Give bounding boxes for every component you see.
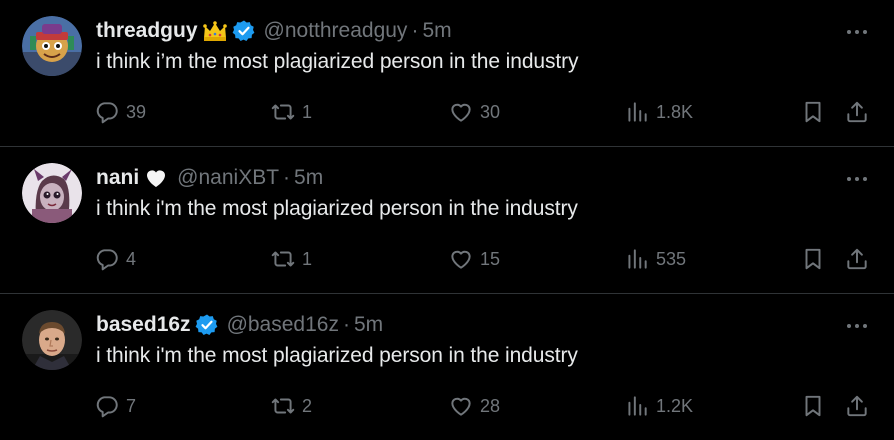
display-name[interactable]: threadguy: [96, 19, 198, 43]
avatar-image: [22, 163, 82, 223]
tweet-text: i think i’m the most plagiarized person …: [96, 50, 579, 73]
like-button[interactable]: 15: [448, 243, 500, 275]
reply-count: 39: [126, 101, 147, 122]
retweet-icon: [270, 99, 296, 125]
views-icon: [624, 246, 650, 272]
reply-button[interactable]: 7: [94, 390, 136, 422]
views-icon: [624, 99, 650, 125]
reply-icon: [94, 246, 120, 272]
views-count: 535: [656, 248, 687, 269]
separator-dot: ·: [342, 313, 350, 336]
tweet-text: i think i'm the most plagiarized person …: [96, 344, 578, 367]
share-button[interactable]: [844, 96, 870, 128]
bookmark-icon: [800, 393, 826, 419]
views-count: 1.2K: [656, 395, 694, 416]
bookmark-button[interactable]: [800, 243, 826, 275]
tweet[interactable]: nani @naniXBT · 5m i think i'm the most …: [0, 147, 894, 294]
bookmark-icon: [800, 246, 826, 272]
avatar-image: [22, 16, 82, 76]
avatar-image: [22, 310, 82, 370]
timestamp[interactable]: 5m: [354, 313, 383, 337]
avatar[interactable]: [22, 163, 82, 223]
retweet-button[interactable]: 2: [270, 390, 312, 422]
reply-button[interactable]: 4: [94, 243, 136, 275]
separator-dot: ·: [411, 19, 419, 42]
handle[interactable]: @based16z: [227, 313, 339, 337]
reply-count: 7: [126, 395, 137, 416]
tweet[interactable]: threadguy @notthreadguy · 5m i think i’m…: [0, 0, 894, 147]
retweet-button[interactable]: 1: [270, 243, 312, 275]
reply-icon: [94, 99, 120, 125]
tweet-actions: 4 1 15 535: [94, 243, 872, 275]
views-count: 1.8K: [656, 101, 694, 122]
like-icon: [448, 393, 474, 419]
like-count: 28: [480, 395, 501, 416]
retweet-button[interactable]: 1: [270, 96, 312, 128]
like-count: 30: [480, 101, 501, 122]
tweet-header: nani @naniXBT · 5m: [96, 163, 323, 193]
handle[interactable]: @naniXBT: [177, 166, 279, 190]
views-button[interactable]: 1.8K: [624, 96, 693, 128]
tweet-feed: threadguy @notthreadguy · 5m i think i’m…: [0, 0, 894, 440]
display-name[interactable]: nani: [96, 166, 139, 190]
like-count: 15: [480, 248, 501, 269]
like-icon: [448, 246, 474, 272]
crown-emoji-icon: [202, 20, 228, 42]
reply-button[interactable]: 39: [94, 96, 146, 128]
retweet-count: 1: [302, 248, 313, 269]
white-heart-emoji-icon: [143, 166, 169, 190]
share-button[interactable]: [844, 243, 870, 275]
avatar[interactable]: [22, 310, 82, 370]
like-button[interactable]: 28: [448, 390, 500, 422]
bookmark-button[interactable]: [800, 390, 826, 422]
more-icon[interactable]: [842, 167, 872, 191]
display-name[interactable]: based16z: [96, 313, 191, 337]
verified-badge-icon[interactable]: [195, 313, 219, 337]
like-icon: [448, 99, 474, 125]
views-button[interactable]: 535: [624, 243, 686, 275]
bookmark-icon: [800, 99, 826, 125]
tweet-actions: 39 1 30 1.8K: [94, 96, 872, 128]
more-icon[interactable]: [842, 314, 872, 338]
verified-badge-icon[interactable]: [232, 19, 256, 43]
bookmark-button[interactable]: [800, 96, 826, 128]
share-icon: [844, 393, 870, 419]
share-icon: [844, 99, 870, 125]
tweet-actions: 7 2 28 1.2K: [94, 390, 872, 422]
views-icon: [624, 393, 650, 419]
retweet-count: 2: [302, 395, 313, 416]
retweet-icon: [270, 246, 296, 272]
retweet-icon: [270, 393, 296, 419]
more-icon[interactable]: [842, 20, 872, 44]
timestamp[interactable]: 5m: [294, 166, 323, 190]
avatar[interactable]: [22, 16, 82, 76]
timestamp[interactable]: 5m: [422, 19, 451, 43]
tweet-header: threadguy @notthreadguy · 5m: [96, 16, 452, 46]
views-button[interactable]: 1.2K: [624, 390, 693, 422]
reply-icon: [94, 393, 120, 419]
like-button[interactable]: 30: [448, 96, 500, 128]
separator-dot: ·: [283, 166, 291, 189]
share-button[interactable]: [844, 390, 870, 422]
retweet-count: 1: [302, 101, 313, 122]
reply-count: 4: [126, 248, 137, 269]
tweet[interactable]: based16z @based16z · 5m i think i'm the …: [0, 294, 894, 440]
tweet-header: based16z @based16z · 5m: [96, 310, 383, 340]
handle[interactable]: @notthreadguy: [264, 19, 408, 43]
share-icon: [844, 246, 870, 272]
tweet-text: i think i'm the most plagiarized person …: [96, 197, 578, 220]
